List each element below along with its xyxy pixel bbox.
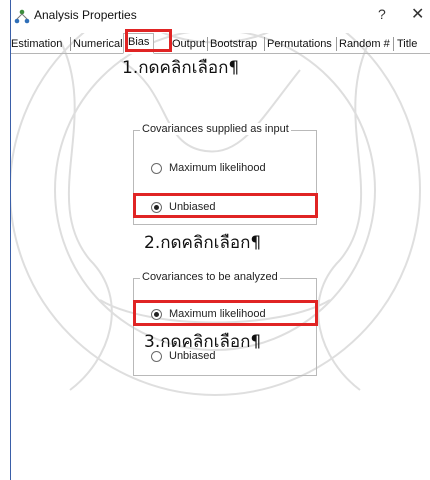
analyzed-group-legend: Covariances to be analyzed xyxy=(140,271,280,283)
highlight-supplied-unbiased xyxy=(133,193,318,218)
tab-separator xyxy=(70,37,71,51)
amos-app-icon xyxy=(14,9,30,24)
analyzed-covariances-group: Covariances to be analyzed Maximum likel… xyxy=(133,271,317,376)
tab-strip: Estimation Numerical Bias Output Bootstr… xyxy=(11,33,430,54)
tab-output[interactable]: Output xyxy=(172,36,205,52)
tab-separator xyxy=(336,37,337,51)
tab-title[interactable]: Title xyxy=(397,36,417,52)
tab-permutations[interactable]: Permutations xyxy=(267,36,332,52)
highlight-analyzed-ml xyxy=(133,300,318,326)
highlight-bias-tab xyxy=(125,29,172,52)
help-button[interactable]: ? xyxy=(378,6,386,22)
step-2-annotation: 2.กดคลิกเลือก¶ xyxy=(144,233,262,253)
tab-separator xyxy=(264,37,265,51)
tab-estimation[interactable]: Estimation xyxy=(11,36,62,52)
step-1-annotation: 1.กดคลิกเลือก¶ xyxy=(122,58,240,78)
supplied-ml-option[interactable]: Maximum likelihood xyxy=(151,160,266,176)
window-title: Analysis Properties xyxy=(34,8,137,22)
tab-random[interactable]: Random # xyxy=(339,36,390,52)
supplied-group-legend: Covariances supplied as input xyxy=(140,123,291,135)
close-button[interactable]: ✕ xyxy=(411,4,424,24)
title-bar: Analysis Properties ? ✕ xyxy=(11,0,430,33)
window-left-edge xyxy=(0,0,11,480)
supplied-ml-label: Maximum likelihood xyxy=(169,162,266,174)
radio-button[interactable] xyxy=(151,162,162,174)
step-3-annotation: 3.กดคลิกเลือก¶ xyxy=(144,332,262,352)
tab-separator xyxy=(207,37,208,51)
tab-bootstrap[interactable]: Bootstrap xyxy=(210,36,257,52)
tab-separator xyxy=(393,37,394,51)
tab-numerical[interactable]: Numerical xyxy=(73,36,123,52)
